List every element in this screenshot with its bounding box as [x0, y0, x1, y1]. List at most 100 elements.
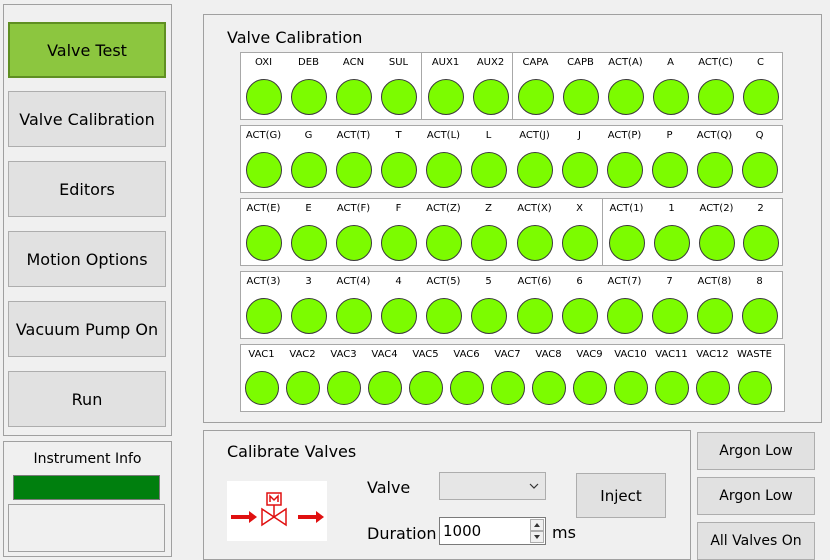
- argon-low-button-2[interactable]: Argon Low: [697, 477, 815, 515]
- valve-cell[interactable]: ACT(X): [512, 199, 557, 265]
- valve-cell[interactable]: ACT(7): [602, 272, 647, 338]
- valve-indicator[interactable]: [244, 371, 279, 405]
- valve-indicator[interactable]: [516, 298, 553, 334]
- valve-cell[interactable]: Q: [737, 126, 782, 192]
- valve-indicator[interactable]: [290, 79, 327, 115]
- valve-select[interactable]: [439, 472, 546, 500]
- valve-cell[interactable]: SUL: [376, 53, 421, 119]
- valve-cell[interactable]: VAC9: [569, 345, 610, 411]
- valve-cell[interactable]: 8: [737, 272, 782, 338]
- valve-indicator[interactable]: [516, 225, 553, 261]
- valve-indicator[interactable]: [654, 371, 689, 405]
- valve-cell[interactable]: ACT(1): [604, 199, 649, 265]
- inject-button[interactable]: Inject: [576, 473, 666, 518]
- valve-indicator[interactable]: [741, 298, 778, 334]
- valve-cell[interactable]: X: [557, 199, 602, 265]
- valve-indicator[interactable]: [741, 152, 778, 188]
- valve-cell[interactable]: ACT(P): [602, 126, 647, 192]
- valve-cell[interactable]: WASTE: [733, 345, 776, 411]
- stepper-up-icon[interactable]: [530, 519, 544, 531]
- valve-indicator[interactable]: [335, 152, 372, 188]
- valve-cell[interactable]: 6: [557, 272, 602, 338]
- valve-cell[interactable]: Z: [466, 199, 511, 265]
- valve-indicator[interactable]: [425, 225, 462, 261]
- valve-indicator[interactable]: [561, 152, 598, 188]
- valve-indicator[interactable]: [742, 79, 779, 115]
- valve-cell[interactable]: ACT(5): [421, 272, 466, 338]
- valve-cell[interactable]: VAC10: [610, 345, 651, 411]
- valve-cell[interactable]: ACT(2): [694, 199, 739, 265]
- valve-cell[interactable]: 5: [466, 272, 511, 338]
- valve-cell[interactable]: ACT(L): [421, 126, 466, 192]
- valve-indicator[interactable]: [380, 152, 417, 188]
- valve-cell[interactable]: F: [376, 199, 421, 265]
- valve-indicator[interactable]: [245, 79, 282, 115]
- valve-cell[interactable]: CAPB: [558, 53, 603, 119]
- valve-indicator[interactable]: [380, 79, 417, 115]
- duration-input[interactable]: 1000: [443, 522, 481, 540]
- valve-indicator[interactable]: [651, 152, 688, 188]
- valve-cell[interactable]: 3: [286, 272, 331, 338]
- valve-cell[interactable]: 4: [376, 272, 421, 338]
- valve-indicator[interactable]: [427, 79, 464, 115]
- valve-cell[interactable]: 1: [649, 199, 694, 265]
- valve-indicator[interactable]: [737, 371, 772, 405]
- all-valves-on-button[interactable]: All Valves On: [697, 522, 815, 560]
- valve-indicator[interactable]: [606, 152, 643, 188]
- valve-cell[interactable]: VAC12: [692, 345, 733, 411]
- valve-cell[interactable]: E: [286, 199, 331, 265]
- valve-indicator[interactable]: [651, 298, 688, 334]
- valve-cell[interactable]: VAC4: [364, 345, 405, 411]
- valve-cell[interactable]: L: [466, 126, 511, 192]
- valve-indicator[interactable]: [608, 225, 645, 261]
- valve-indicator[interactable]: [696, 298, 733, 334]
- valve-cell[interactable]: VAC2: [282, 345, 323, 411]
- valve-cell[interactable]: ACT(Q): [692, 126, 737, 192]
- chevron-down-icon[interactable]: [529, 478, 539, 497]
- valve-indicator[interactable]: [290, 225, 327, 261]
- valve-cell[interactable]: CAPA: [513, 53, 558, 119]
- valve-indicator[interactable]: [470, 225, 507, 261]
- valve-cell[interactable]: ACT(Z): [421, 199, 466, 265]
- valve-indicator[interactable]: [245, 225, 282, 261]
- valve-indicator[interactable]: [367, 371, 402, 405]
- stepper-down-icon[interactable]: [530, 531, 544, 543]
- valve-indicator[interactable]: [470, 298, 507, 334]
- valve-indicator[interactable]: [290, 152, 327, 188]
- run-button[interactable]: Run: [8, 371, 166, 427]
- valve-cell[interactable]: 7: [647, 272, 692, 338]
- valve-indicator[interactable]: [335, 298, 372, 334]
- valve-indicator[interactable]: [425, 298, 462, 334]
- valve-indicator[interactable]: [561, 225, 598, 261]
- valve-cell[interactable]: ACT(F): [331, 199, 376, 265]
- valve-indicator[interactable]: [425, 152, 462, 188]
- valve-cell[interactable]: ACT(E): [241, 199, 286, 265]
- valve-indicator[interactable]: [696, 152, 733, 188]
- valve-cell[interactable]: T: [376, 126, 421, 192]
- valve-cell[interactable]: ACT(4): [331, 272, 376, 338]
- valve-indicator[interactable]: [697, 79, 734, 115]
- valve-indicator[interactable]: [472, 79, 509, 115]
- valve-cell[interactable]: 2: [738, 199, 783, 265]
- valve-indicator[interactable]: [449, 371, 484, 405]
- valve-cell[interactable]: ACT(T): [331, 126, 376, 192]
- valve-indicator[interactable]: [652, 79, 689, 115]
- motion-options-button[interactable]: Motion Options: [8, 231, 166, 287]
- valve-cell[interactable]: DEB: [286, 53, 331, 119]
- valve-cell[interactable]: ACT(A): [603, 53, 648, 119]
- valve-indicator[interactable]: [490, 371, 525, 405]
- editors-button[interactable]: Editors: [8, 161, 166, 217]
- valve-indicator[interactable]: [613, 371, 648, 405]
- valve-indicator[interactable]: [335, 225, 372, 261]
- valve-indicator[interactable]: [606, 298, 643, 334]
- valve-calibration-button[interactable]: Valve Calibration: [8, 91, 166, 147]
- valve-cell[interactable]: AUX2: [468, 53, 513, 119]
- argon-low-button-1[interactable]: Argon Low: [697, 432, 815, 470]
- valve-cell[interactable]: VAC3: [323, 345, 364, 411]
- valve-indicator[interactable]: [470, 152, 507, 188]
- valve-indicator[interactable]: [698, 225, 735, 261]
- valve-cell[interactable]: VAC11: [651, 345, 692, 411]
- valve-cell[interactable]: VAC1: [241, 345, 282, 411]
- valve-indicator[interactable]: [531, 371, 566, 405]
- valve-indicator[interactable]: [326, 371, 361, 405]
